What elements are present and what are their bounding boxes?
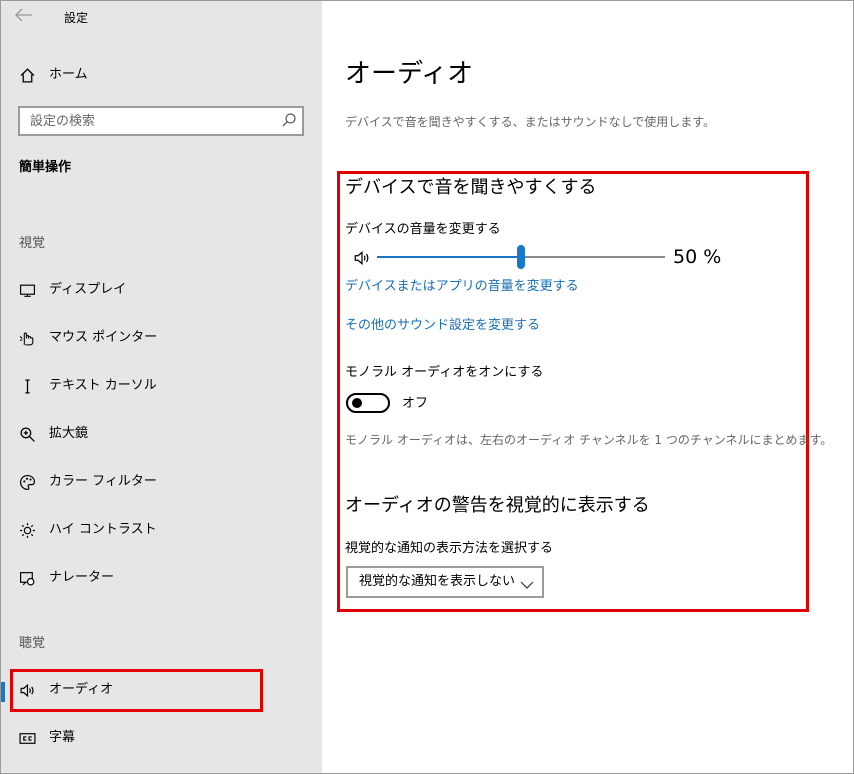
sidebar-item-label: 字幕 [49,730,76,745]
sidebar-item-label: テキスト カーソル [49,378,157,393]
window-title: 設定 [64,11,89,25]
volume-slider[interactable] [377,245,665,269]
volume-label: デバイスの音量を変更する [345,222,501,237]
sidebar-item-narrator[interactable]: ナレーター [1,558,322,598]
mouse-pointer-icon [18,329,36,347]
home-icon [18,66,36,84]
sidebar-item-home[interactable]: ホーム [1,55,322,95]
sidebar-item-label: ナレーター [49,570,115,585]
sidebar-item-label: ハイ コントラスト [49,522,157,537]
toggle-knob [352,398,362,408]
sidebar-item-high-contrast[interactable]: ハイ コントラスト [1,510,322,550]
page-description: デバイスで音を聞きやすくする、またはサウンドなしで使用します。 [345,115,716,129]
chevron-down-icon [520,576,534,589]
back-arrow-icon[interactable] [15,7,39,27]
section-heading-hear-better: デバイスで音を聞きやすくする [345,177,597,198]
brightness-icon [18,521,36,539]
sidebar-item-captions[interactable]: 字幕 [1,718,322,758]
slider-fill [377,256,521,258]
sidebar-item-display[interactable]: ディスプレイ [1,270,322,310]
sidebar-section-title: 簡単操作 [19,160,72,175]
text-cursor-icon [18,377,36,395]
sidebar: 設定 ホーム 簡単操作 視覚 ディスプレイ マウス ポインター [1,1,322,773]
search-box[interactable] [18,106,304,136]
visual-notification-select[interactable]: 視覚的な通知を表示しない [346,566,544,598]
narrator-icon [18,569,36,587]
content-pane: オーディオ デバイスで音を聞きやすくする、またはサウンドなしで使用します。 デバ… [322,1,853,773]
visual-notification-label: 視覚的な通知の表示方法を選択する [345,541,554,556]
sidebar-item-color-filter[interactable]: カラー フィルター [1,462,322,502]
sidebar-item-label: カラー フィルター [49,474,157,489]
sidebar-item-magnifier[interactable]: 拡大鏡 [1,414,322,454]
sidebar-item-mouse-pointer[interactable]: マウス ポインター [1,318,322,358]
search-input[interactable] [20,108,270,134]
magnifier-icon [18,425,36,443]
mono-audio-label: モノラル オーディオをオンにする [345,365,544,380]
link-change-app-volume[interactable]: デバイスまたはアプリの音量を変更する [345,278,579,296]
highlight-box-audio [10,669,263,712]
mono-audio-state: オフ [402,396,429,411]
sidebar-item-label: 拡大鏡 [49,426,89,441]
settings-window: 設定 ホーム 簡単操作 視覚 ディスプレイ マウス ポインター [0,0,854,774]
color-palette-icon [18,473,36,491]
select-value: 視覚的な通知を表示しない [359,574,516,589]
sidebar-item-label: ホーム [49,67,88,82]
monitor-icon [18,281,36,299]
section-heading-visual-alerts: オーディオの警告を視覚的に表示する [345,495,650,516]
sidebar-item-text-cursor[interactable]: テキスト カーソル [1,366,322,406]
sidebar-item-label: マウス ポインター [49,330,158,345]
mono-audio-toggle[interactable] [346,393,390,413]
group-header-hearing: 聴覚 [19,636,46,651]
volume-readout: 50 % [673,246,722,268]
speaker-icon [353,249,371,267]
link-other-sound-settings[interactable]: その他のサウンド設定を変更する [345,317,540,335]
closed-caption-icon [18,729,36,747]
slider-thumb[interactable] [517,245,525,269]
search-icon[interactable] [281,112,297,128]
mono-audio-note: モノラル オーディオは、左右のオーディオ チャンネルを 1 つのチャンネルにまと… [345,433,833,447]
group-header-vision: 視覚 [19,236,46,251]
page-title: オーディオ [345,59,474,89]
sidebar-item-label: ディスプレイ [49,282,127,297]
